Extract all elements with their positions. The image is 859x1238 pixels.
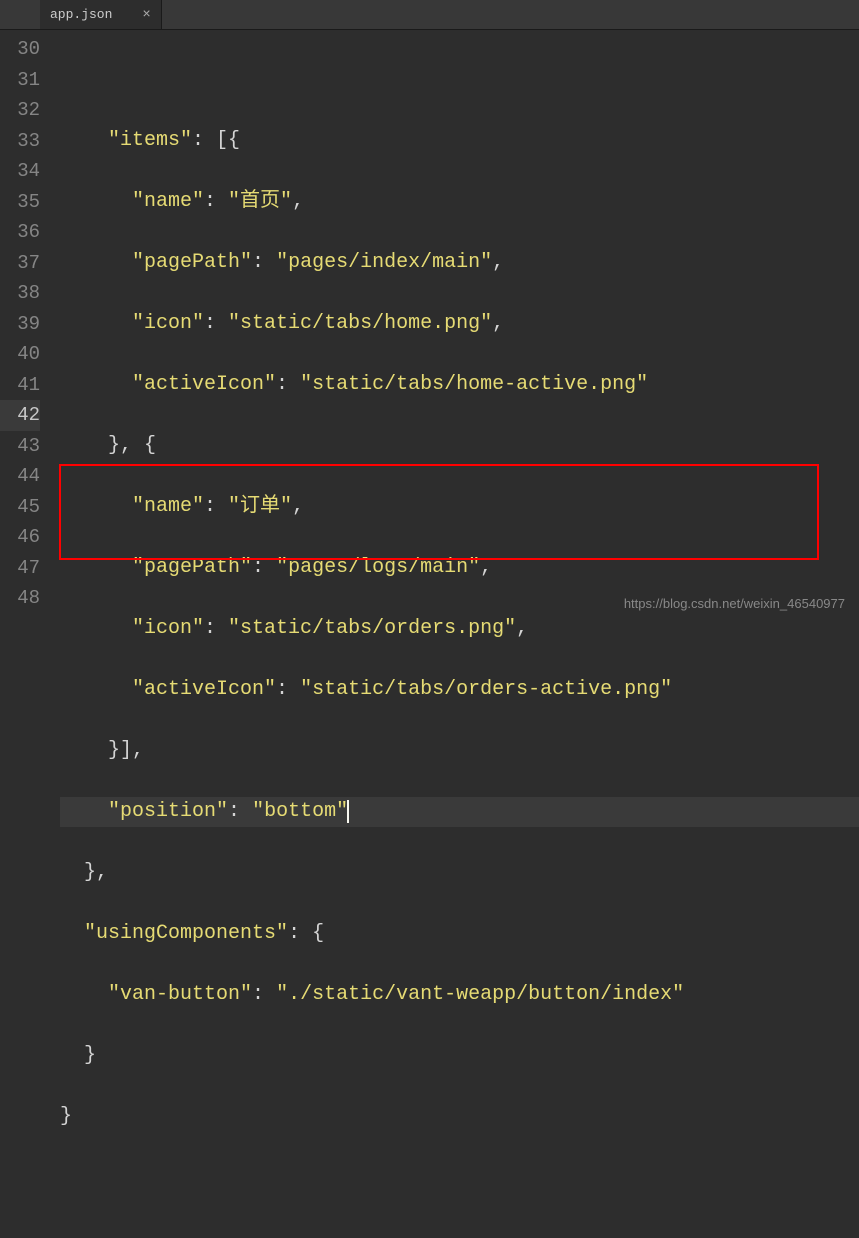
line-number: 34 xyxy=(0,156,40,187)
code-area[interactable]: "items": [{ "name": "首页", "pagePath": "p… xyxy=(50,30,859,619)
line-number: 40 xyxy=(0,339,40,370)
close-icon[interactable]: × xyxy=(142,7,150,23)
line-number: 33 xyxy=(0,126,40,157)
tab-bar: app.json × xyxy=(0,0,859,30)
line-number: 42 xyxy=(0,400,40,431)
line-number: 39 xyxy=(0,309,40,340)
tab-spacer xyxy=(0,0,40,29)
line-number: 35 xyxy=(0,187,40,218)
line-number: 32 xyxy=(0,95,40,126)
tab-filename: app.json xyxy=(50,7,112,22)
line-number: 45 xyxy=(0,492,40,523)
cursor xyxy=(347,800,349,823)
line-number: 43 xyxy=(0,431,40,462)
line-number: 48 xyxy=(0,583,40,614)
line-number: 36 xyxy=(0,217,40,248)
tab-app-json[interactable]: app.json × xyxy=(40,0,162,29)
line-number: 38 xyxy=(0,278,40,309)
line-number: 44 xyxy=(0,461,40,492)
line-gutter: 30 31 32 33 34 35 36 37 38 39 40 41 42 4… xyxy=(0,30,50,619)
line-number: 37 xyxy=(0,248,40,279)
line-number: 46 xyxy=(0,522,40,553)
editor: 30 31 32 33 34 35 36 37 38 39 40 41 42 4… xyxy=(0,30,859,619)
line-number: 30 xyxy=(0,34,40,65)
watermark: https://blog.csdn.net/weixin_46540977 xyxy=(624,596,845,611)
line-number: 41 xyxy=(0,370,40,401)
line-number: 31 xyxy=(0,65,40,96)
line-number: 47 xyxy=(0,553,40,584)
